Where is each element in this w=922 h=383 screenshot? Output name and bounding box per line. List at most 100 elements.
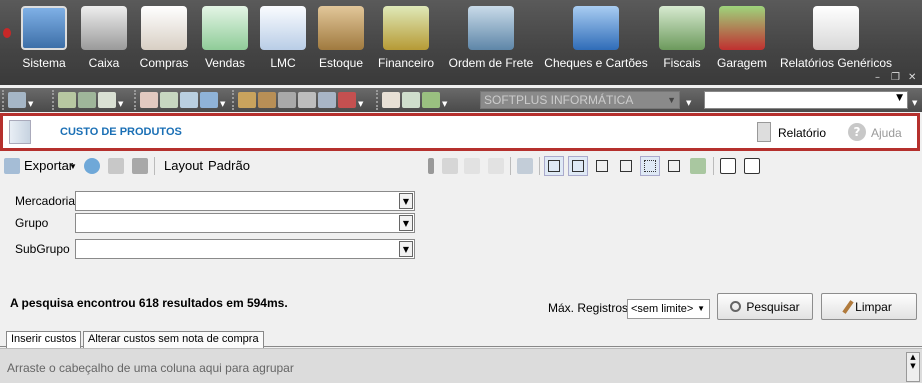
layout-default-button[interactable]: Padrão	[208, 158, 250, 173]
layout-bottom-icon[interactable]	[592, 156, 612, 176]
dropdown-icon[interactable]: ▼	[442, 91, 448, 109]
status-indicator	[3, 28, 11, 38]
dropdown-icon[interactable]: ▼	[220, 91, 226, 109]
tree-icon[interactable]	[744, 158, 760, 174]
documents-icon[interactable]	[140, 92, 158, 108]
toolbar-combo[interactable]: ▼	[704, 91, 908, 109]
help-icon[interactable]: ?	[848, 123, 866, 141]
menu-fiscais[interactable]: Fiscais	[659, 0, 705, 85]
menu-compras[interactable]: Compras	[138, 0, 190, 85]
clear-button-label: Limpar	[855, 299, 892, 314]
help-button[interactable]: Ajuda	[871, 126, 902, 140]
menu-financeiro[interactable]: Financeiro	[376, 0, 436, 85]
layout-list-icon[interactable]	[616, 156, 636, 176]
tools-icon[interactable]	[58, 92, 76, 108]
chart-icon[interactable]	[180, 92, 198, 108]
result-summary: A pesquisa encontrou 618 resultados em 5…	[10, 296, 288, 310]
printer-icon[interactable]	[132, 158, 148, 174]
menu-label: Fiscais	[663, 56, 701, 70]
quick-group-2: ▼	[52, 90, 124, 110]
max-records-select[interactable]: <sem limite> ▼	[627, 299, 710, 319]
grupo-select[interactable]: ▼	[75, 213, 415, 233]
menu-label: Financeiro	[377, 56, 435, 70]
print-preview-icon[interactable]	[108, 158, 124, 174]
export-button[interactable]: Exportar	[24, 158, 73, 173]
calculator-icon	[202, 6, 248, 50]
edit-icon[interactable]	[78, 92, 96, 108]
machine-icon[interactable]	[278, 92, 296, 108]
dropdown-icon[interactable]: ▼	[358, 91, 364, 109]
columns-icon[interactable]	[517, 158, 533, 174]
chevron-down-icon[interactable]: ▼	[399, 241, 413, 257]
group-by-panel[interactable]: Arraste o cabeçalho de uma coluna aqui p…	[0, 348, 922, 383]
close-button[interactable]: ✕	[908, 72, 916, 83]
view-icon[interactable]	[664, 156, 684, 176]
menu-estoque[interactable]: Estoque	[318, 0, 364, 85]
notes-icon[interactable]	[422, 92, 440, 108]
menu-ordem-de-frete[interactable]: Ordem de Frete	[448, 0, 534, 85]
menu-label: Sistema	[22, 56, 66, 70]
company-select[interactable]: SOFTPLUS INFORMÁTICA ▼	[480, 91, 680, 109]
restore-button[interactable]: ❐	[891, 72, 900, 83]
coins-icon[interactable]	[238, 92, 256, 108]
subgrupo-select[interactable]: ▼	[75, 239, 415, 259]
tab-alterar-custos[interactable]: Alterar custos sem nota de compra	[83, 331, 264, 348]
broom-icon	[842, 299, 854, 314]
page-title: CUSTO DE PRODUTOS	[60, 126, 182, 138]
layout-button[interactable]: Layout	[164, 158, 203, 173]
money-icon[interactable]	[160, 92, 178, 108]
report-icon	[813, 6, 859, 50]
dropdown-icon[interactable]: ▼	[118, 91, 124, 109]
menu-caixa[interactable]: Caixa	[81, 0, 127, 85]
refresh-icon[interactable]	[84, 158, 100, 174]
search-button[interactable]: Pesquisar	[717, 293, 813, 320]
menu-label: Vendas	[204, 56, 246, 70]
quick-group-3: ▼	[134, 90, 226, 110]
menu-garagem[interactable]: Garagem	[716, 0, 768, 85]
menu-sistema[interactable]: Sistema	[18, 0, 70, 85]
export-dropdown-icon[interactable]: ▼	[69, 162, 77, 171]
report-icon[interactable]	[757, 122, 771, 142]
grid-icon[interactable]	[640, 156, 660, 176]
layout-top-icon[interactable]	[544, 156, 564, 176]
stamp-icon[interactable]	[318, 92, 336, 108]
box-icon	[318, 6, 364, 50]
clear-button[interactable]: Limpar	[821, 293, 917, 320]
menu-label: LMC	[270, 56, 296, 70]
chevron-down-icon[interactable]: ▼	[399, 193, 413, 209]
save-layout-icon[interactable]	[442, 158, 458, 174]
redo-icon[interactable]	[488, 158, 504, 174]
undo-icon[interactable]	[464, 158, 480, 174]
printer-icon[interactable]	[298, 92, 316, 108]
image-icon[interactable]	[690, 158, 706, 174]
box-icon[interactable]	[258, 92, 276, 108]
mercadoria-select[interactable]: ▼	[75, 191, 415, 211]
layout-header-icon[interactable]	[568, 156, 588, 176]
filter-label-grupo: Grupo	[15, 216, 49, 230]
report-button[interactable]: Relatório	[778, 126, 826, 140]
dropdown-icon[interactable]: ▼	[912, 90, 918, 108]
bookmark-icon[interactable]	[338, 92, 356, 108]
dropdown-icon[interactable]: ▼	[686, 90, 692, 108]
dropdown-icon[interactable]: ▼	[28, 91, 34, 109]
panel-collapse-button[interactable]: ▲ ▼	[906, 352, 920, 382]
tab-inserir-custos[interactable]: Inserir custos	[6, 331, 82, 348]
brush-icon[interactable]	[8, 92, 26, 108]
user-icon[interactable]	[200, 92, 218, 108]
cars-icon	[719, 6, 765, 50]
tab-strip: Inserir custos Alterar custos sem nota d…	[0, 327, 922, 348]
chevron-down-icon[interactable]: ▼	[399, 215, 413, 231]
expand-icon[interactable]	[720, 158, 736, 174]
tax-icon	[659, 6, 705, 50]
menu-label: Garagem	[716, 56, 768, 70]
menu-lmc[interactable]: LMC	[260, 0, 306, 85]
menu-cheques-e-cartoes[interactable]: Cheques e Cartões	[544, 0, 648, 85]
cash-register-icon	[81, 6, 127, 50]
menu-vendas[interactable]: Vendas	[202, 0, 248, 85]
minimize-button[interactable]: –	[875, 72, 880, 83]
filter-label-mercadoria: Mercadoria	[15, 194, 76, 208]
calculator-icon[interactable]	[98, 92, 116, 108]
document-icon[interactable]	[382, 92, 400, 108]
chevron-down-icon: ▼	[697, 304, 705, 313]
sheet-icon[interactable]	[402, 92, 420, 108]
